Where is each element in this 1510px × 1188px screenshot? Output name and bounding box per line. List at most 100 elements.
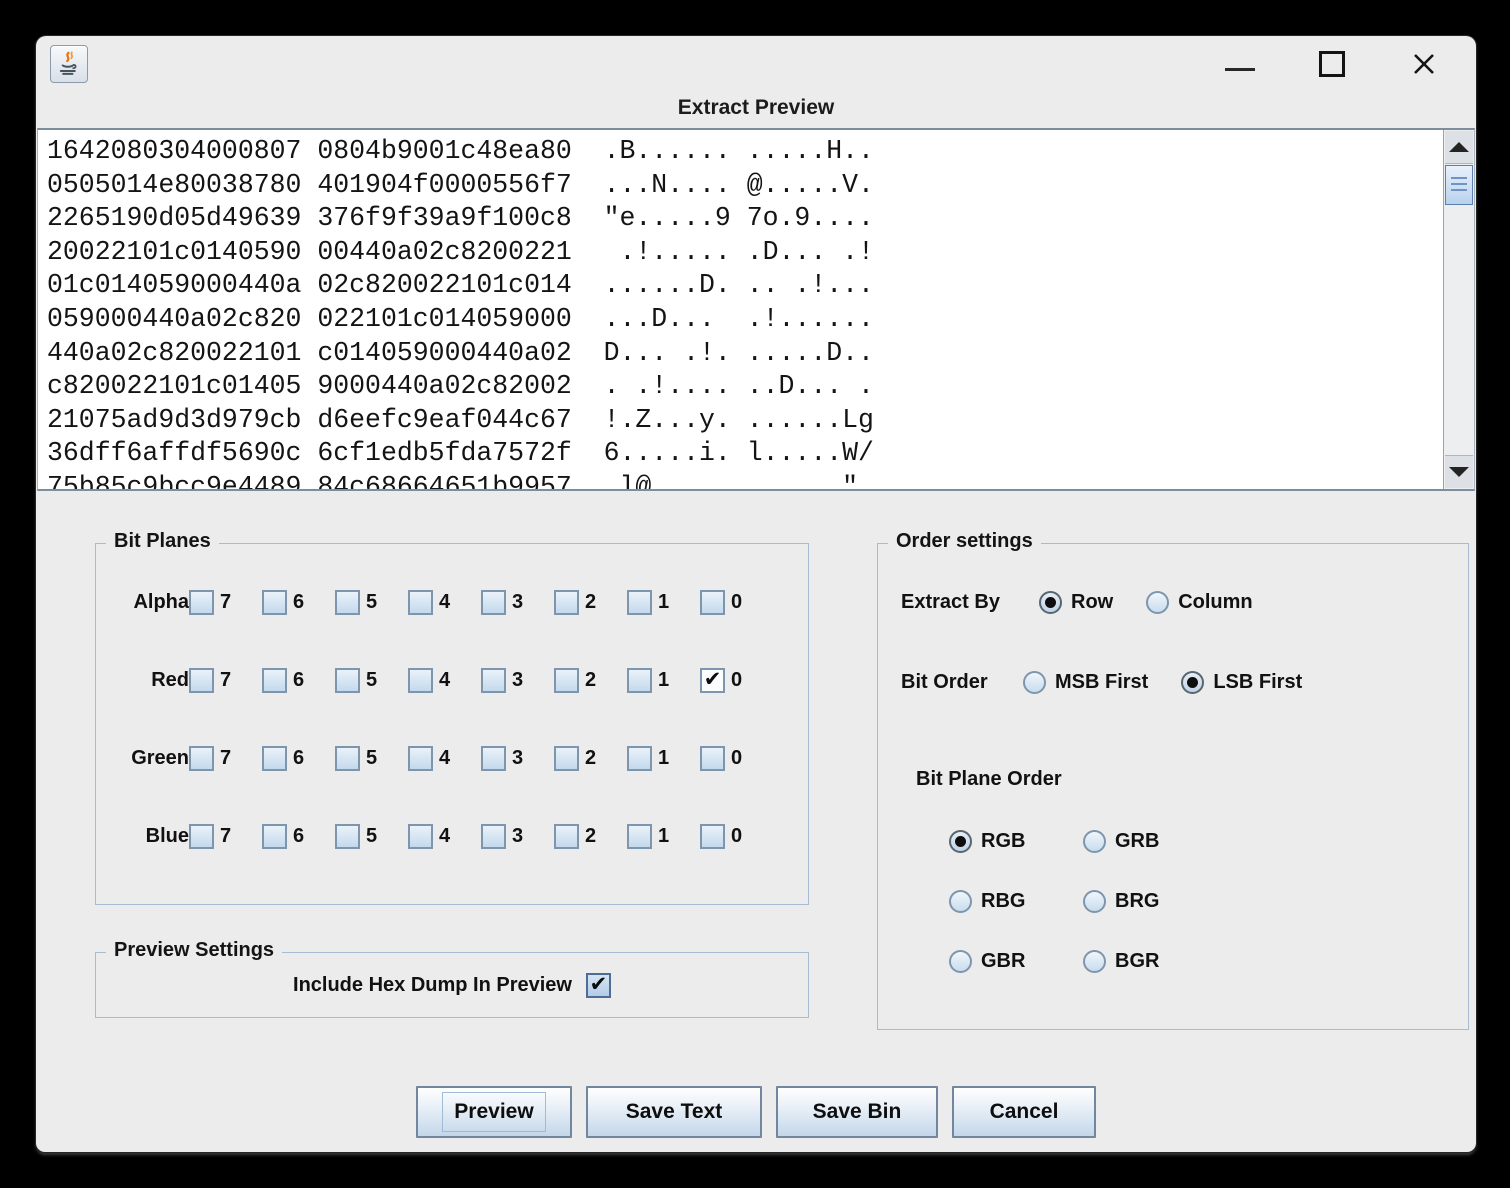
bit-order-option-label: LSB First — [1213, 671, 1302, 694]
hex-dump-text[interactable]: 1642080304000807 0804b9001c48ea80 .B....… — [38, 130, 1443, 489]
button-label: Save Text — [614, 1092, 735, 1132]
bit-plane-order-option: GBR — [949, 950, 1050, 973]
bit-number-label: 4 — [439, 591, 450, 614]
checkbox-green-bit-0[interactable] — [700, 746, 725, 771]
bit-planes-group: Bit Planes Alpha76543210Red7654321✔0Gree… — [95, 543, 809, 905]
checkbox-blue-bit-4[interactable] — [408, 824, 433, 849]
bit-number-label: 6 — [293, 669, 304, 692]
bit-plane-row-red: Red7654321✔0 — [96, 641, 808, 719]
bit-item: 3 — [481, 590, 554, 615]
checkbox-alpha-bit-3[interactable] — [481, 590, 506, 615]
extract-by-radio-row[interactable] — [1039, 591, 1062, 614]
bit-item: 7 — [189, 668, 262, 693]
checkbox-alpha-bit-4[interactable] — [408, 590, 433, 615]
close-button[interactable] — [1406, 46, 1442, 82]
button-label: Preview — [442, 1092, 545, 1132]
checkbox-red-bit-2[interactable] — [554, 668, 579, 693]
bit-number-label: 4 — [439, 747, 450, 770]
bit-item: 7 — [189, 590, 262, 615]
bit-number-label: 5 — [366, 591, 377, 614]
java-app-icon — [50, 45, 88, 83]
checkbox-blue-bit-1[interactable] — [627, 824, 652, 849]
bit-item: 2 — [554, 668, 627, 693]
bit-plane-order-radio-rbg[interactable] — [949, 890, 972, 913]
checkbox-red-bit-6[interactable] — [262, 668, 287, 693]
button-label: Cancel — [978, 1092, 1071, 1132]
bit-item: 0 — [700, 746, 773, 771]
checkbox-green-bit-3[interactable] — [481, 746, 506, 771]
bit-plane-order-radio-gbr[interactable] — [949, 950, 972, 973]
extract-preview-window: Extract Preview 1642080304000807 0804b90… — [36, 36, 1476, 1152]
hex-line: 20022101c0140590 00440a02c8200221 .!....… — [47, 236, 1443, 270]
checkbox-blue-bit-6[interactable] — [262, 824, 287, 849]
checkbox-red-bit-3[interactable] — [481, 668, 506, 693]
checkbox-green-bit-1[interactable] — [627, 746, 652, 771]
bit-order-option-label: MSB First — [1055, 671, 1148, 694]
checkbox-blue-bit-0[interactable] — [700, 824, 725, 849]
checkbox-green-bit-7[interactable] — [189, 746, 214, 771]
bit-number-label: 0 — [731, 825, 742, 848]
scrollbar-thumb[interactable] — [1445, 165, 1473, 205]
bit-plane-order-radio-bgr[interactable] — [1083, 950, 1106, 973]
bit-item: 4 — [408, 590, 481, 615]
hex-dump-viewport[interactable]: 1642080304000807 0804b9001c48ea80 .B....… — [37, 128, 1475, 491]
extract-by-radio-column[interactable] — [1146, 591, 1169, 614]
scroll-up-button[interactable] — [1445, 131, 1473, 164]
bit-item: 6 — [262, 746, 335, 771]
bit-order-radio-lsb-first[interactable] — [1181, 671, 1204, 694]
bit-plane-order-option-label: RGB — [981, 830, 1025, 853]
bit-item: 5 — [335, 590, 408, 615]
checkbox-green-bit-5[interactable] — [335, 746, 360, 771]
checkbox-blue-bit-3[interactable] — [481, 824, 506, 849]
checkbox-green-bit-4[interactable] — [408, 746, 433, 771]
checkbox-alpha-bit-0[interactable] — [700, 590, 725, 615]
preview-button[interactable]: Preview — [416, 1086, 572, 1138]
include-hex-dump-checkbox[interactable]: ✔ — [586, 973, 611, 998]
checkbox-blue-bit-5[interactable] — [335, 824, 360, 849]
bit-plane-order-option: BRG — [1083, 890, 1159, 913]
bit-plane-order-option-label: BGR — [1115, 950, 1159, 973]
checkbox-red-bit-7[interactable] — [189, 668, 214, 693]
maximize-button[interactable] — [1314, 46, 1350, 82]
checkbox-red-bit-4[interactable] — [408, 668, 433, 693]
checkbox-alpha-bit-6[interactable] — [262, 590, 287, 615]
checkbox-alpha-bit-5[interactable] — [335, 590, 360, 615]
bit-item: 3 — [481, 746, 554, 771]
bit-number-label: 5 — [366, 747, 377, 770]
bit-item: 5 — [335, 668, 408, 693]
bit-number-label: 1 — [658, 825, 669, 848]
bit-order-radio-msb-first[interactable] — [1023, 671, 1046, 694]
save-text-button[interactable]: Save Text — [586, 1086, 762, 1138]
channel-label: Red — [96, 669, 189, 692]
minimize-button[interactable] — [1222, 46, 1258, 82]
bit-item: 2 — [554, 824, 627, 849]
preview-settings-group-title: Preview Settings — [106, 939, 282, 962]
checkbox-red-bit-5[interactable] — [335, 668, 360, 693]
bit-item: 4 — [408, 746, 481, 771]
bit-number-label: 2 — [585, 591, 596, 614]
bit-plane-order-radio-grb[interactable] — [1083, 830, 1106, 853]
checkbox-red-bit-1[interactable] — [627, 668, 652, 693]
triangle-up-icon — [1449, 142, 1469, 152]
bit-plane-order-option: RBG — [949, 890, 1050, 913]
bit-number-label: 5 — [366, 669, 377, 692]
bit-plane-order-radio-rgb[interactable] — [949, 830, 972, 853]
checkbox-blue-bit-2[interactable] — [554, 824, 579, 849]
vertical-scrollbar[interactable] — [1443, 130, 1474, 489]
checkbox-red-bit-0[interactable]: ✔ — [700, 668, 725, 693]
scroll-down-button[interactable] — [1445, 455, 1473, 488]
bit-number-label: 1 — [658, 591, 669, 614]
action-buttons: Preview Save Text Save Bin Cancel — [36, 1086, 1476, 1138]
checkbox-alpha-bit-1[interactable] — [627, 590, 652, 615]
checkbox-alpha-bit-2[interactable] — [554, 590, 579, 615]
bit-number-label: 6 — [293, 747, 304, 770]
checkbox-green-bit-6[interactable] — [262, 746, 287, 771]
bit-number-label: 3 — [512, 747, 523, 770]
checkbox-green-bit-2[interactable] — [554, 746, 579, 771]
cancel-button[interactable]: Cancel — [952, 1086, 1096, 1138]
save-bin-button[interactable]: Save Bin — [776, 1086, 938, 1138]
bit-plane-order-radio-brg[interactable] — [1083, 890, 1106, 913]
checkbox-alpha-bit-7[interactable] — [189, 590, 214, 615]
hex-line: 1642080304000807 0804b9001c48ea80 .B....… — [47, 135, 1443, 169]
checkbox-blue-bit-7[interactable] — [189, 824, 214, 849]
